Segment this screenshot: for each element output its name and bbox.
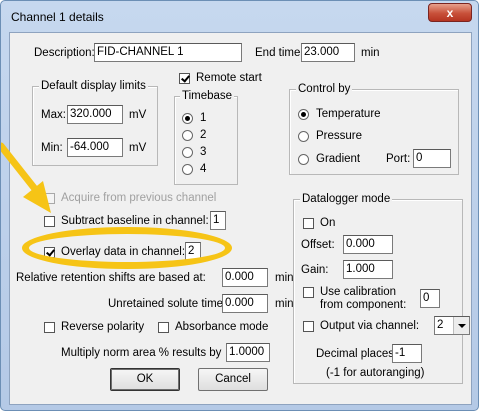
control-by-title: Control by bbox=[296, 82, 353, 96]
description-input[interactable]: FID-CHANNEL 1 bbox=[94, 43, 242, 62]
unretained-label: Unretained solute time: bbox=[108, 298, 227, 310]
decimal-places-label: Decimal places: bbox=[316, 348, 398, 360]
max-unit: mV bbox=[129, 109, 147, 121]
end-time-label: End time: bbox=[255, 47, 304, 59]
from-component-label: from component: bbox=[320, 299, 407, 311]
overlay-checkbox[interactable] bbox=[44, 247, 55, 258]
unretained-unit: min bbox=[275, 298, 294, 310]
timebase-title: Timebase bbox=[180, 89, 235, 103]
use-calibration-label: Use calibration bbox=[320, 286, 397, 298]
end-time-input[interactable]: 23.000 bbox=[301, 43, 355, 62]
timebase-radio-1[interactable] bbox=[182, 113, 193, 124]
title-bar: Channel 1 details x bbox=[1, 1, 478, 31]
remote-start-label: Remote start bbox=[196, 72, 262, 84]
timebase-radio-4[interactable] bbox=[182, 164, 193, 175]
timebase-option-2: 2 bbox=[200, 129, 207, 141]
unretained-input[interactable]: 0.000 bbox=[222, 294, 268, 313]
multiply-norm-input[interactable]: 1.0000 bbox=[226, 343, 270, 362]
display-limits-title: Default display limits bbox=[39, 79, 148, 93]
use-calibration-checkbox[interactable] bbox=[303, 287, 314, 298]
timebase-option-4: 4 bbox=[200, 163, 207, 175]
control-gradient-label: Gradient bbox=[316, 153, 361, 165]
channel-details-dialog: Channel 1 details x Description: FID-CHA… bbox=[0, 0, 479, 411]
port-input[interactable]: 0 bbox=[413, 149, 451, 168]
chevron-down-icon[interactable] bbox=[453, 317, 469, 334]
min-unit: mV bbox=[129, 142, 147, 154]
relative-retention-unit: min bbox=[275, 272, 294, 284]
max-input[interactable]: 320.000 bbox=[67, 105, 123, 124]
remote-start-checkbox[interactable] bbox=[179, 73, 190, 84]
datalogger-on-label: On bbox=[320, 217, 336, 229]
multiply-norm-label: Multiply norm area % results by bbox=[61, 347, 222, 359]
reverse-polarity-checkbox[interactable] bbox=[44, 322, 55, 333]
gain-label: Gain: bbox=[301, 264, 329, 276]
subtract-baseline-input[interactable]: 1 bbox=[210, 211, 226, 230]
overlay-input[interactable]: 2 bbox=[185, 242, 201, 261]
gain-input[interactable]: 1.000 bbox=[343, 260, 393, 279]
port-label: Port: bbox=[386, 153, 411, 165]
control-pressure-radio[interactable] bbox=[298, 131, 309, 142]
cancel-button[interactable]: Cancel bbox=[198, 368, 268, 391]
timebase-radio-3[interactable] bbox=[182, 147, 193, 158]
output-channel-select[interactable]: 2 bbox=[434, 316, 470, 335]
description-label: Description: bbox=[34, 47, 95, 59]
dialog-client-area: Description: FID-CHANNEL 1 End time: 23.… bbox=[9, 32, 472, 405]
offset-input[interactable]: 0.000 bbox=[343, 235, 393, 254]
decimal-places-note: (-1 for autoranging) bbox=[326, 367, 425, 379]
relative-retention-input[interactable]: 0.000 bbox=[222, 268, 268, 287]
acquire-previous-checkbox[interactable] bbox=[44, 193, 55, 204]
reverse-polarity-label: Reverse polarity bbox=[61, 321, 145, 333]
control-pressure-label: Pressure bbox=[316, 130, 363, 142]
output-channel-label: Output via channel: bbox=[320, 320, 420, 332]
control-temperature-label: Temperature bbox=[316, 108, 381, 120]
calibration-component-input[interactable]: 0 bbox=[420, 289, 440, 308]
control-gradient-radio[interactable] bbox=[298, 154, 309, 165]
ok-button[interactable]: OK bbox=[110, 368, 180, 391]
overlay-label: Overlay data in channel: bbox=[61, 246, 186, 258]
offset-label: Offset: bbox=[301, 239, 335, 251]
min-input[interactable]: -64.000 bbox=[67, 138, 123, 157]
absorbance-mode-label: Absorbance mode bbox=[175, 321, 269, 333]
acquire-previous-label: Acquire from previous channel bbox=[61, 192, 217, 204]
window-title: Channel 1 details bbox=[11, 10, 104, 24]
timebase-option-3: 3 bbox=[200, 146, 207, 158]
datalogger-title: Datalogger mode bbox=[300, 192, 393, 206]
timebase-radio-2[interactable] bbox=[182, 130, 193, 141]
timebase-option-1: 1 bbox=[200, 112, 207, 124]
subtract-baseline-checkbox[interactable] bbox=[44, 216, 55, 227]
datalogger-on-checkbox[interactable] bbox=[303, 218, 314, 229]
absorbance-mode-checkbox[interactable] bbox=[158, 322, 169, 333]
subtract-baseline-label: Subtract baseline in channel: bbox=[61, 215, 209, 227]
relative-retention-label: Relative retention shifts are based at: bbox=[16, 272, 206, 284]
output-channel-value: 2 bbox=[437, 319, 444, 331]
decimal-places-input[interactable]: -1 bbox=[392, 344, 422, 363]
end-time-unit: min bbox=[361, 47, 380, 59]
control-temperature-radio[interactable] bbox=[298, 109, 309, 120]
close-button[interactable]: x bbox=[428, 3, 472, 22]
max-label: Max: bbox=[41, 109, 66, 121]
output-channel-checkbox[interactable] bbox=[303, 321, 314, 332]
min-label: Min: bbox=[41, 142, 63, 154]
